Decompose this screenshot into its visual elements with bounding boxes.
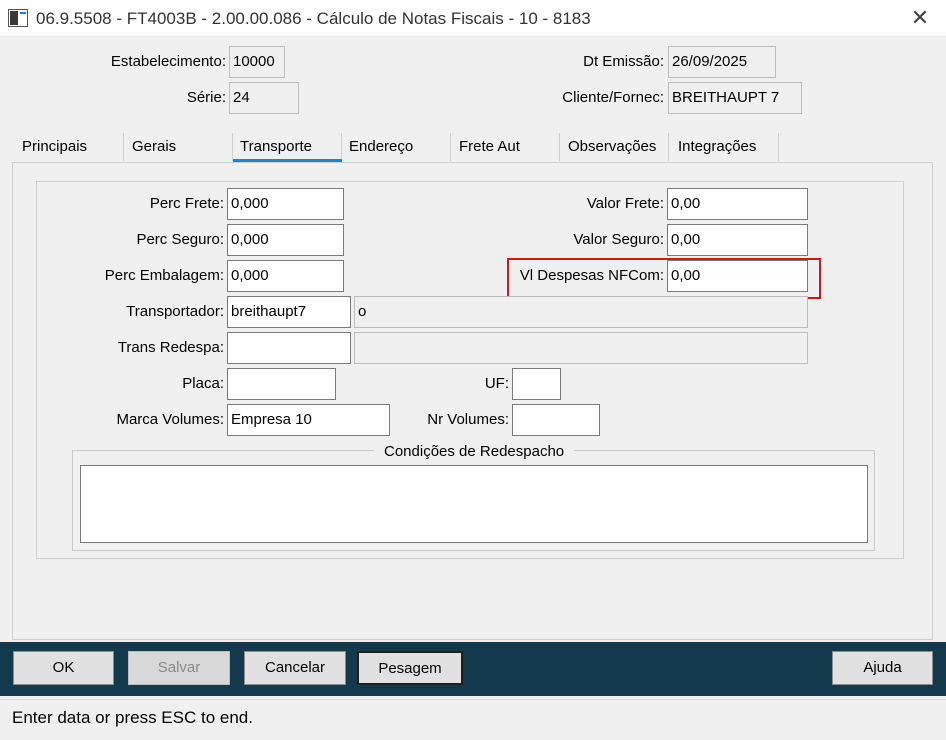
- ajuda-button[interactable]: Ajuda: [832, 651, 933, 685]
- valor-frete-label: Valor Frete:: [586, 195, 664, 212]
- cliente-fornec-field: BREITHAUPT 7: [668, 82, 802, 114]
- perc-seguro-label: Perc Seguro:: [136, 231, 224, 248]
- placa-label: Placa:: [182, 375, 224, 392]
- uf-input[interactable]: [512, 368, 561, 400]
- highlight-box: [507, 258, 821, 299]
- tab-observacoes[interactable]: Observações: [560, 133, 664, 163]
- window-app-icon: [8, 9, 28, 27]
- transportador-name-field: o: [354, 296, 808, 328]
- tab-frete-aut[interactable]: Frete Aut: [451, 133, 528, 163]
- close-icon[interactable]: ✕: [906, 5, 934, 31]
- serie-field: 24: [229, 82, 299, 114]
- transportador-label: Transportador:: [126, 303, 224, 320]
- perc-frete-input[interactable]: 0,000: [227, 188, 344, 220]
- dt-emissao-field: 26/09/2025: [668, 46, 776, 78]
- condicoes-redespacho-title: Condições de Redespacho: [374, 443, 575, 460]
- tab-gerais[interactable]: Gerais: [124, 133, 184, 163]
- perc-embalagem-label: Perc Embalagem:: [104, 267, 224, 284]
- trans-redespa-label: Trans Redespa:: [117, 339, 224, 356]
- marca-volumes-input[interactable]: Empresa 10: [227, 404, 390, 436]
- placa-input[interactable]: [227, 368, 336, 400]
- serie-label: Série:: [186, 89, 226, 106]
- perc-frete-label: Perc Frete:: [149, 195, 224, 212]
- tab-integracoes[interactable]: Integrações: [670, 133, 764, 163]
- trans-redespa-name-field: [354, 332, 808, 364]
- valor-frete-input[interactable]: 0,00: [667, 188, 808, 220]
- perc-seguro-input[interactable]: 0,000: [227, 224, 344, 256]
- perc-embalagem-input[interactable]: 0,000: [227, 260, 344, 292]
- window-title: 06.9.5508 - FT4003B - 2.00.00.086 - Cálc…: [36, 9, 591, 28]
- tab-separator: [668, 133, 669, 161]
- condicoes-redespacho-textarea[interactable]: [80, 465, 868, 543]
- ok-button[interactable]: OK: [13, 651, 114, 685]
- estabelecimento-field: 10000: [229, 46, 285, 78]
- tab-separator: [778, 133, 779, 161]
- status-message: Enter data or press ESC to end.: [12, 708, 253, 727]
- valor-seguro-input[interactable]: 0,00: [667, 224, 808, 256]
- valor-seguro-label: Valor Seguro:: [573, 231, 664, 248]
- trans-redespa-input[interactable]: [227, 332, 351, 364]
- nr-volumes-input[interactable]: [512, 404, 600, 436]
- pesagem-button[interactable]: Pesagem: [357, 651, 463, 685]
- salvar-button[interactable]: Salvar: [128, 651, 230, 685]
- tab-principais[interactable]: Principais: [14, 133, 95, 163]
- active-tab-indicator: [233, 159, 342, 162]
- marca-volumes-label: Marca Volumes:: [116, 411, 224, 428]
- cliente-fornec-label: Cliente/Fornec:: [562, 89, 664, 106]
- estabelecimento-label: Estabelecimento:: [110, 53, 226, 70]
- nr-volumes-label: Nr Volumes:: [427, 411, 509, 428]
- dt-emissao-label: Dt Emissão:: [583, 53, 664, 70]
- transportador-input[interactable]: breithaupt7: [227, 296, 351, 328]
- uf-label: UF:: [484, 375, 509, 392]
- tab-endereco[interactable]: Endereço: [341, 133, 421, 163]
- cancelar-button[interactable]: Cancelar: [244, 651, 346, 685]
